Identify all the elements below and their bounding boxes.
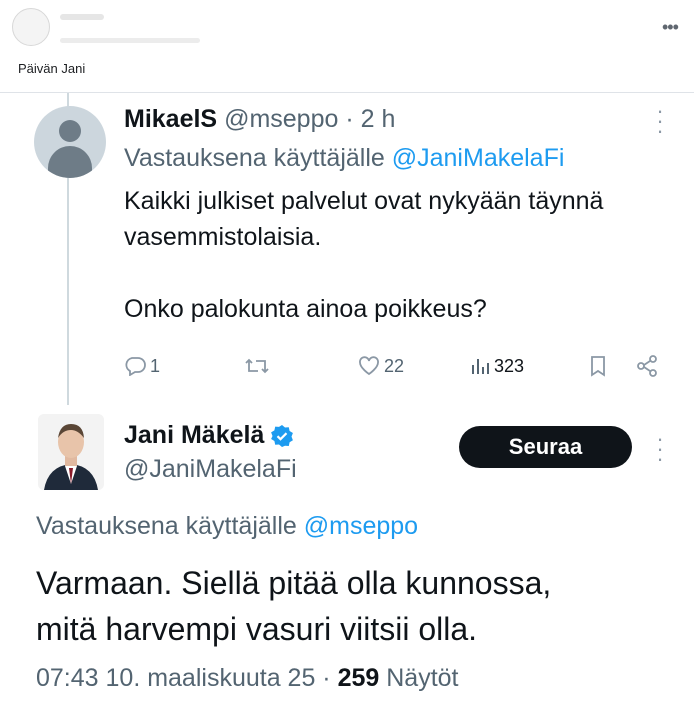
retweet-button[interactable] [244, 352, 270, 380]
reply-count: 1 [150, 355, 161, 376]
main-text-line: mitä harvempi vasuri viitsii olla. [36, 611, 478, 647]
bookmark-icon [591, 356, 605, 377]
header-divider [0, 92, 694, 93]
main-text-line: Varmaan. Siellä pitää olla kunnossa, [36, 565, 552, 601]
replying-prefix: Vastauksena käyttäjälle [36, 512, 304, 540]
post-meta-blurred [60, 38, 200, 43]
reply-time[interactable]: 2 h [361, 105, 396, 133]
like-button[interactable]: 22 [358, 352, 404, 380]
retweet-icon [245, 358, 269, 374]
like-count: 22 [384, 355, 405, 376]
share-icon [637, 355, 657, 377]
author-avatar[interactable] [38, 414, 104, 490]
kebab-menu-icon[interactable]: · · · [655, 428, 665, 470]
bookmark-button[interactable] [589, 352, 607, 380]
facebook-post-header: ••• Päivän Jani [0, 0, 694, 92]
views-count: 323 [494, 355, 525, 376]
author-name[interactable]: Jani Mäkelä [124, 421, 264, 450]
speech-bubble-icon [125, 357, 146, 376]
default-avatar-icon[interactable] [34, 106, 106, 178]
follow-button[interactable]: Seuraa [459, 426, 632, 468]
views-count: 259 [337, 664, 380, 692]
views-button[interactable]: 323 [470, 352, 524, 380]
reply-text-line: Kaikki julkiset palvelut ovat nykyään tä… [124, 187, 604, 251]
reply-tweet-header: MikaelS @mseppo · 2 h [124, 104, 395, 134]
replying-to-line: Vastauksena käyttäjälle @mseppo [36, 512, 418, 541]
separator-dot: · [338, 105, 361, 133]
verified-badge-icon [271, 424, 294, 447]
replying-to-line: Vastauksena käyttäjälle @JaniMakelaFi [124, 144, 564, 173]
separator-dot: · [315, 664, 338, 692]
replying-mention-link[interactable]: @mseppo [304, 512, 418, 540]
reply-author-name[interactable]: MikaelS [124, 105, 217, 133]
reply-text-line: Onko palokunta ainoa poikkeus? [124, 295, 487, 323]
replying-mention-link[interactable]: @JaniMakelaFi [392, 144, 565, 172]
author-handle[interactable]: @JaniMakelaFi [124, 455, 297, 484]
reply-author-handle[interactable]: @mseppo [224, 105, 338, 133]
main-tweet-text: Varmaan. Siellä pitää olla kunnossa, mit… [36, 560, 676, 652]
more-horizontal-icon[interactable]: ••• [662, 18, 679, 36]
author-name-row: Jani Mäkelä [124, 421, 294, 450]
bar-chart-icon [472, 359, 489, 374]
share-button[interactable] [636, 352, 658, 380]
replying-prefix: Vastauksena käyttäjälle [124, 144, 392, 172]
tweet-meta: 07:43 10. maaliskuuta 25 · 259 Näytöt [36, 664, 459, 693]
post-caption: Päivän Jani [18, 61, 86, 76]
reply-button[interactable]: 1 [124, 352, 160, 380]
views-label: Näytöt [379, 664, 459, 692]
kebab-menu-icon[interactable]: · · · [655, 100, 665, 142]
reply-action-bar: 1 22 323 [0, 352, 694, 380]
reply-tweet-text: Kaikki julkiset palvelut ovat nykyään tä… [124, 183, 644, 327]
heart-icon [359, 356, 379, 376]
poster-name-blurred [60, 14, 104, 20]
poster-avatar[interactable] [12, 8, 50, 46]
tweet-timestamp[interactable]: 07:43 10. maaliskuuta 25 [36, 664, 315, 692]
